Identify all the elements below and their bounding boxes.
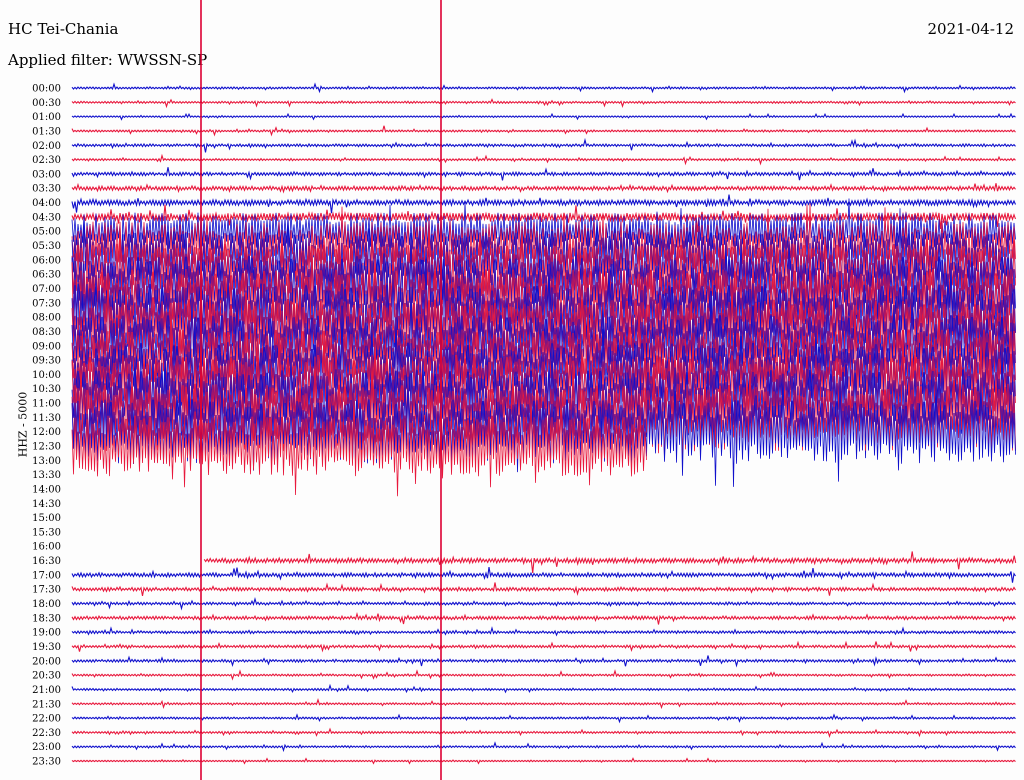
- trace-row: [71, 669, 1016, 681]
- trace-row: [203, 551, 1017, 574]
- tick-label: 09:00: [32, 341, 61, 352]
- tick-label: 16:00: [32, 542, 61, 553]
- tick-label: 17:00: [32, 570, 61, 581]
- trace-row: [71, 112, 1016, 121]
- tick-label: 05:00: [32, 227, 61, 238]
- tick-label: 03:00: [32, 169, 61, 180]
- trace-row: [71, 567, 1016, 583]
- tick-label: 23:30: [32, 757, 61, 768]
- tick-label: 18:00: [32, 599, 61, 610]
- tick-label: 01:30: [32, 126, 61, 137]
- trace-row: [71, 655, 1016, 668]
- tick-label: 10:30: [32, 384, 61, 395]
- tick-label: 21:00: [32, 685, 61, 696]
- tick-label: 09:30: [32, 356, 61, 367]
- tick-label: 22:30: [32, 728, 61, 739]
- tick-label: 06:00: [32, 255, 61, 266]
- trace-row: [71, 612, 1016, 625]
- trace-row: [71, 741, 1016, 753]
- trace-row: [71, 182, 1016, 194]
- trace-row: [71, 582, 1016, 597]
- tick-label: 19:00: [32, 628, 61, 639]
- trace-row: [71, 98, 1016, 109]
- tick-label: 19:30: [32, 642, 61, 653]
- tick-label: 11:00: [32, 399, 61, 410]
- trace-row: [71, 137, 1016, 153]
- trace-row: [71, 697, 1016, 710]
- tick-label: 04:00: [32, 198, 61, 209]
- tick-label: 15:00: [32, 513, 61, 524]
- trace-row: [71, 713, 1016, 724]
- trace-row: [71, 153, 1016, 166]
- tick-label: 02:00: [32, 141, 61, 152]
- seismogram-plot: 00:00 00:30 01:00 01:30 02:00 02:30 03:00 03:30…: [32, 0, 1017, 780]
- trace-row: [71, 626, 1016, 637]
- tick-label: 20:30: [32, 671, 61, 682]
- trace-row: [71, 757, 1016, 765]
- tick-label: 06:30: [32, 270, 61, 281]
- trace-row: [71, 82, 1016, 94]
- tick-label: 07:00: [32, 284, 61, 295]
- time-tick-labels: 00:00 00:30 01:00 01:30 02:00 02:30 03:00 03:30…: [32, 84, 61, 768]
- tick-label: 14:30: [32, 499, 61, 510]
- tick-label: 13:00: [32, 456, 61, 467]
- tick-label: 12:00: [32, 427, 61, 438]
- tick-label: 08:00: [32, 313, 61, 324]
- tick-label: 04:30: [32, 212, 61, 223]
- trace-row: [71, 194, 1017, 214]
- tick-label: 22:00: [32, 714, 61, 725]
- trace-row: [71, 727, 1016, 738]
- trace-row: [71, 640, 1016, 653]
- trace-rows: [71, 82, 1017, 765]
- tick-label: 15:30: [32, 527, 61, 538]
- trace-row: [71, 596, 1016, 611]
- tick-label: 07:30: [32, 298, 61, 309]
- tick-label: 21:30: [32, 699, 61, 710]
- tick-label: 03:30: [32, 184, 61, 195]
- tick-label: 12:30: [32, 442, 61, 453]
- tick-label: 00:30: [32, 98, 61, 109]
- tick-label: 10:00: [32, 370, 61, 381]
- tick-label: 18:30: [32, 613, 61, 624]
- tick-label: 16:30: [32, 556, 61, 567]
- tick-label: 05:30: [32, 241, 61, 252]
- tick-label: 01:00: [32, 112, 61, 123]
- tick-label: 08:30: [32, 327, 61, 338]
- trace-row: [71, 125, 1016, 137]
- tick-label: 17:30: [32, 585, 61, 596]
- tick-label: 02:30: [32, 155, 61, 166]
- tick-label: 20:00: [32, 656, 61, 667]
- trace-row: [71, 167, 1016, 181]
- tick-label: 11:30: [32, 413, 61, 424]
- trace-row: [71, 683, 1016, 694]
- tick-label: 14:00: [32, 484, 61, 495]
- tick-label: 23:00: [32, 742, 61, 753]
- tick-label: 00:00: [32, 84, 61, 95]
- tick-label: 13:30: [32, 470, 61, 481]
